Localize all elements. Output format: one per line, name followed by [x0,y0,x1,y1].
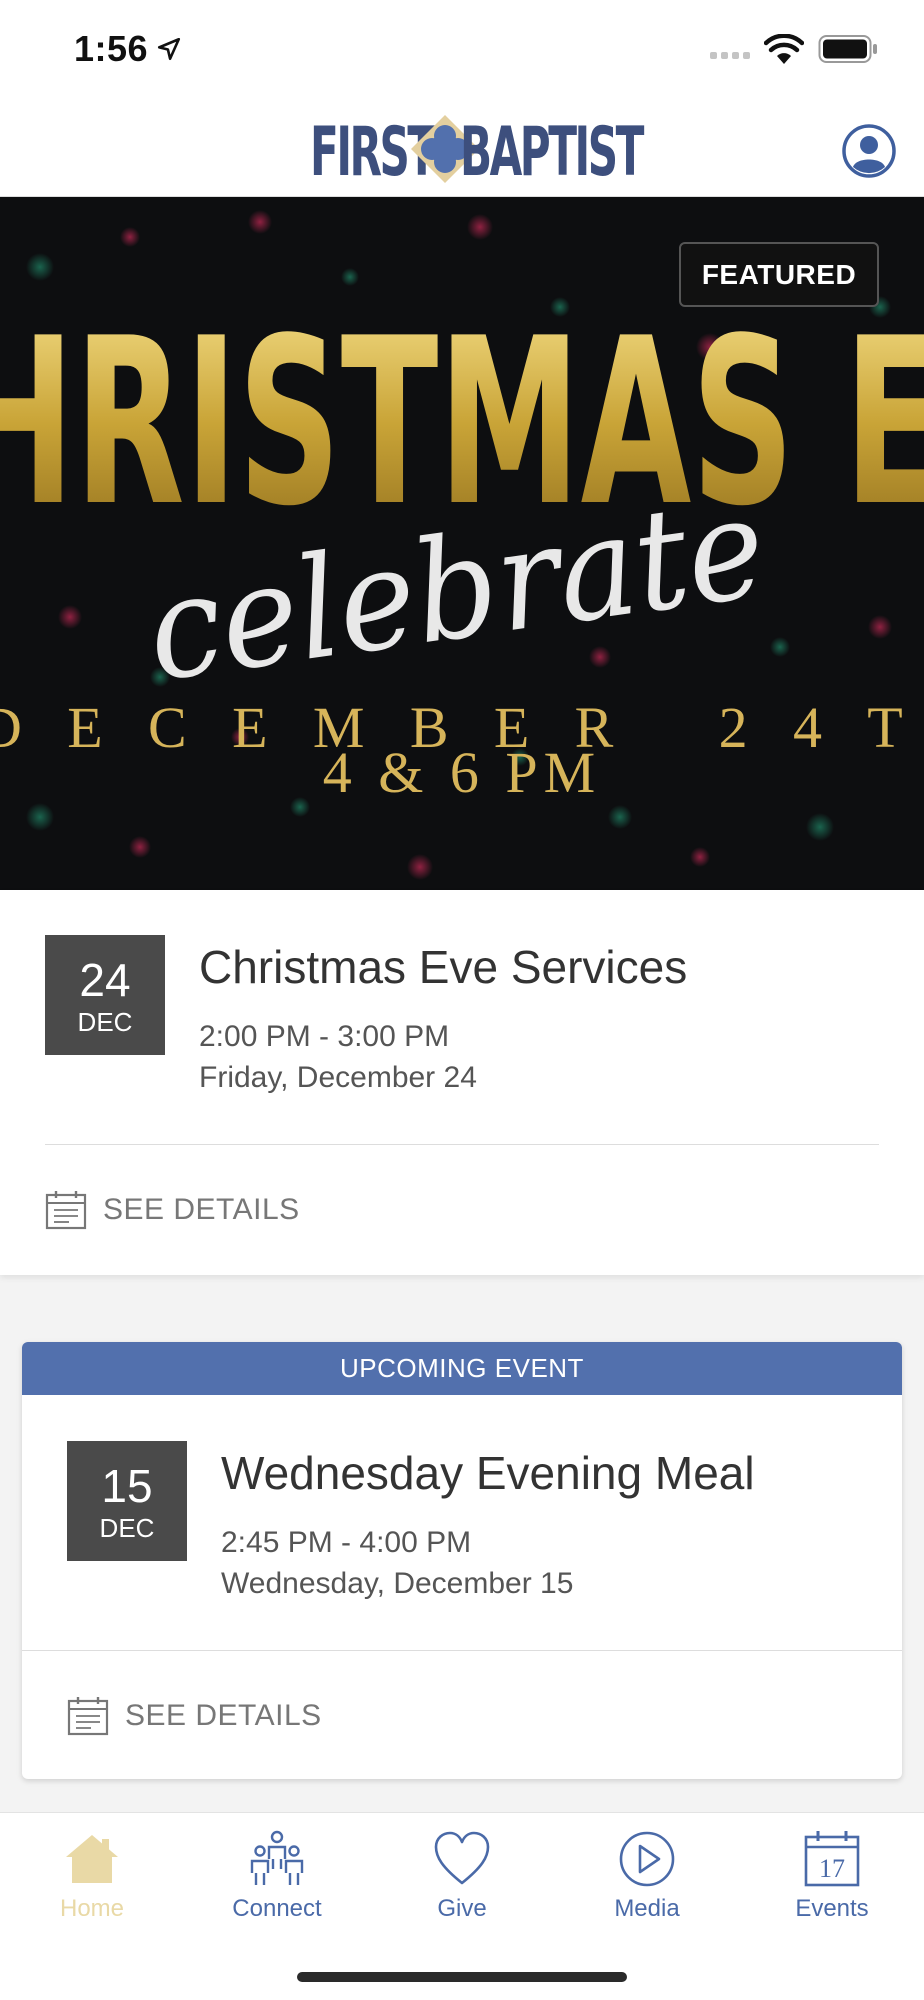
heart-icon [434,1831,490,1885]
location-arrow-icon [157,37,181,61]
tab-label: Connect [232,1895,322,1922]
play-icon [619,1831,675,1887]
card-divider [45,1144,879,1145]
upcoming-month: DEC [99,1513,155,1543]
status-bar: 1:56 [0,0,924,100]
event-date-box: 24 DEC [45,935,165,1055]
upcoming-date-box: 15 DEC [67,1441,187,1561]
calendar-details-icon [67,1697,109,1736]
featured-banner[interactable]: CHRISTMAS EVE celebrate DECEMBER 24TH 4 … [0,197,924,890]
event-day: 24 [79,954,131,1006]
tab-label: Media [614,1895,680,1922]
event-month: DEC [77,1007,133,1037]
calendar-icon-number: 17 [819,1854,845,1883]
hero-times-text: 4 & 6 PM [323,740,601,805]
card-divider [22,1650,902,1651]
home-indicator [297,1972,627,1982]
event-date: Friday, December 24 [199,1061,477,1094]
cellular-signal-icon [710,52,750,59]
tab-media[interactable]: Media [555,1813,739,1943]
app-header: FIRST BAPTIST [0,100,924,197]
see-details-link[interactable]: SEE DETAILS [67,1695,322,1737]
tab-connect[interactable]: Connect [185,1813,369,1943]
connect-icon [250,1830,304,1885]
tab-label: Home [59,1895,125,1922]
home-icon [66,1835,118,1883]
church-logo[interactable]: FIRST BAPTIST [310,108,644,192]
tab-label: Events [795,1895,869,1922]
upcoming-date: Wednesday, December 15 [221,1567,574,1600]
battery-icon [818,35,877,63]
upcoming-event-card[interactable]: UPCOMING EVENT 15 DEC Wednesday Evening … [22,1342,902,1779]
calendar-details-icon [45,1191,87,1230]
event-time: 2:00 PM - 3:00 PM [199,1020,450,1053]
tab-home[interactable]: Home [0,1813,184,1943]
featured-badge: FEATURED [679,242,879,307]
calendar-icon: 17 [804,1831,860,1887]
wifi-icon [764,34,804,64]
upcoming-time: 2:45 PM - 4:00 PM [221,1526,472,1559]
see-details-label: SEE DETAILS [125,1699,322,1732]
see-details-link[interactable]: SEE DETAILS [45,1189,300,1231]
upcoming-day: 15 [101,1460,153,1512]
tab-label: Give [437,1895,487,1922]
tab-give[interactable]: Give [370,1813,554,1943]
event-title: Christmas Eve Services [199,941,688,993]
logo-baptist-text: BAPTIST [460,113,644,192]
upcoming-title: Wednesday Evening Meal [221,1447,755,1499]
upcoming-event-header: UPCOMING EVENT [22,1342,902,1395]
see-details-label: SEE DETAILS [103,1193,300,1226]
featured-event-card[interactable]: 24 DEC Christmas Eve Services 2:00 PM - … [0,890,924,1275]
status-time: 1:56 [74,28,149,69]
tab-events[interactable]: 17 Events [740,1813,924,1943]
profile-icon[interactable] [842,124,896,178]
